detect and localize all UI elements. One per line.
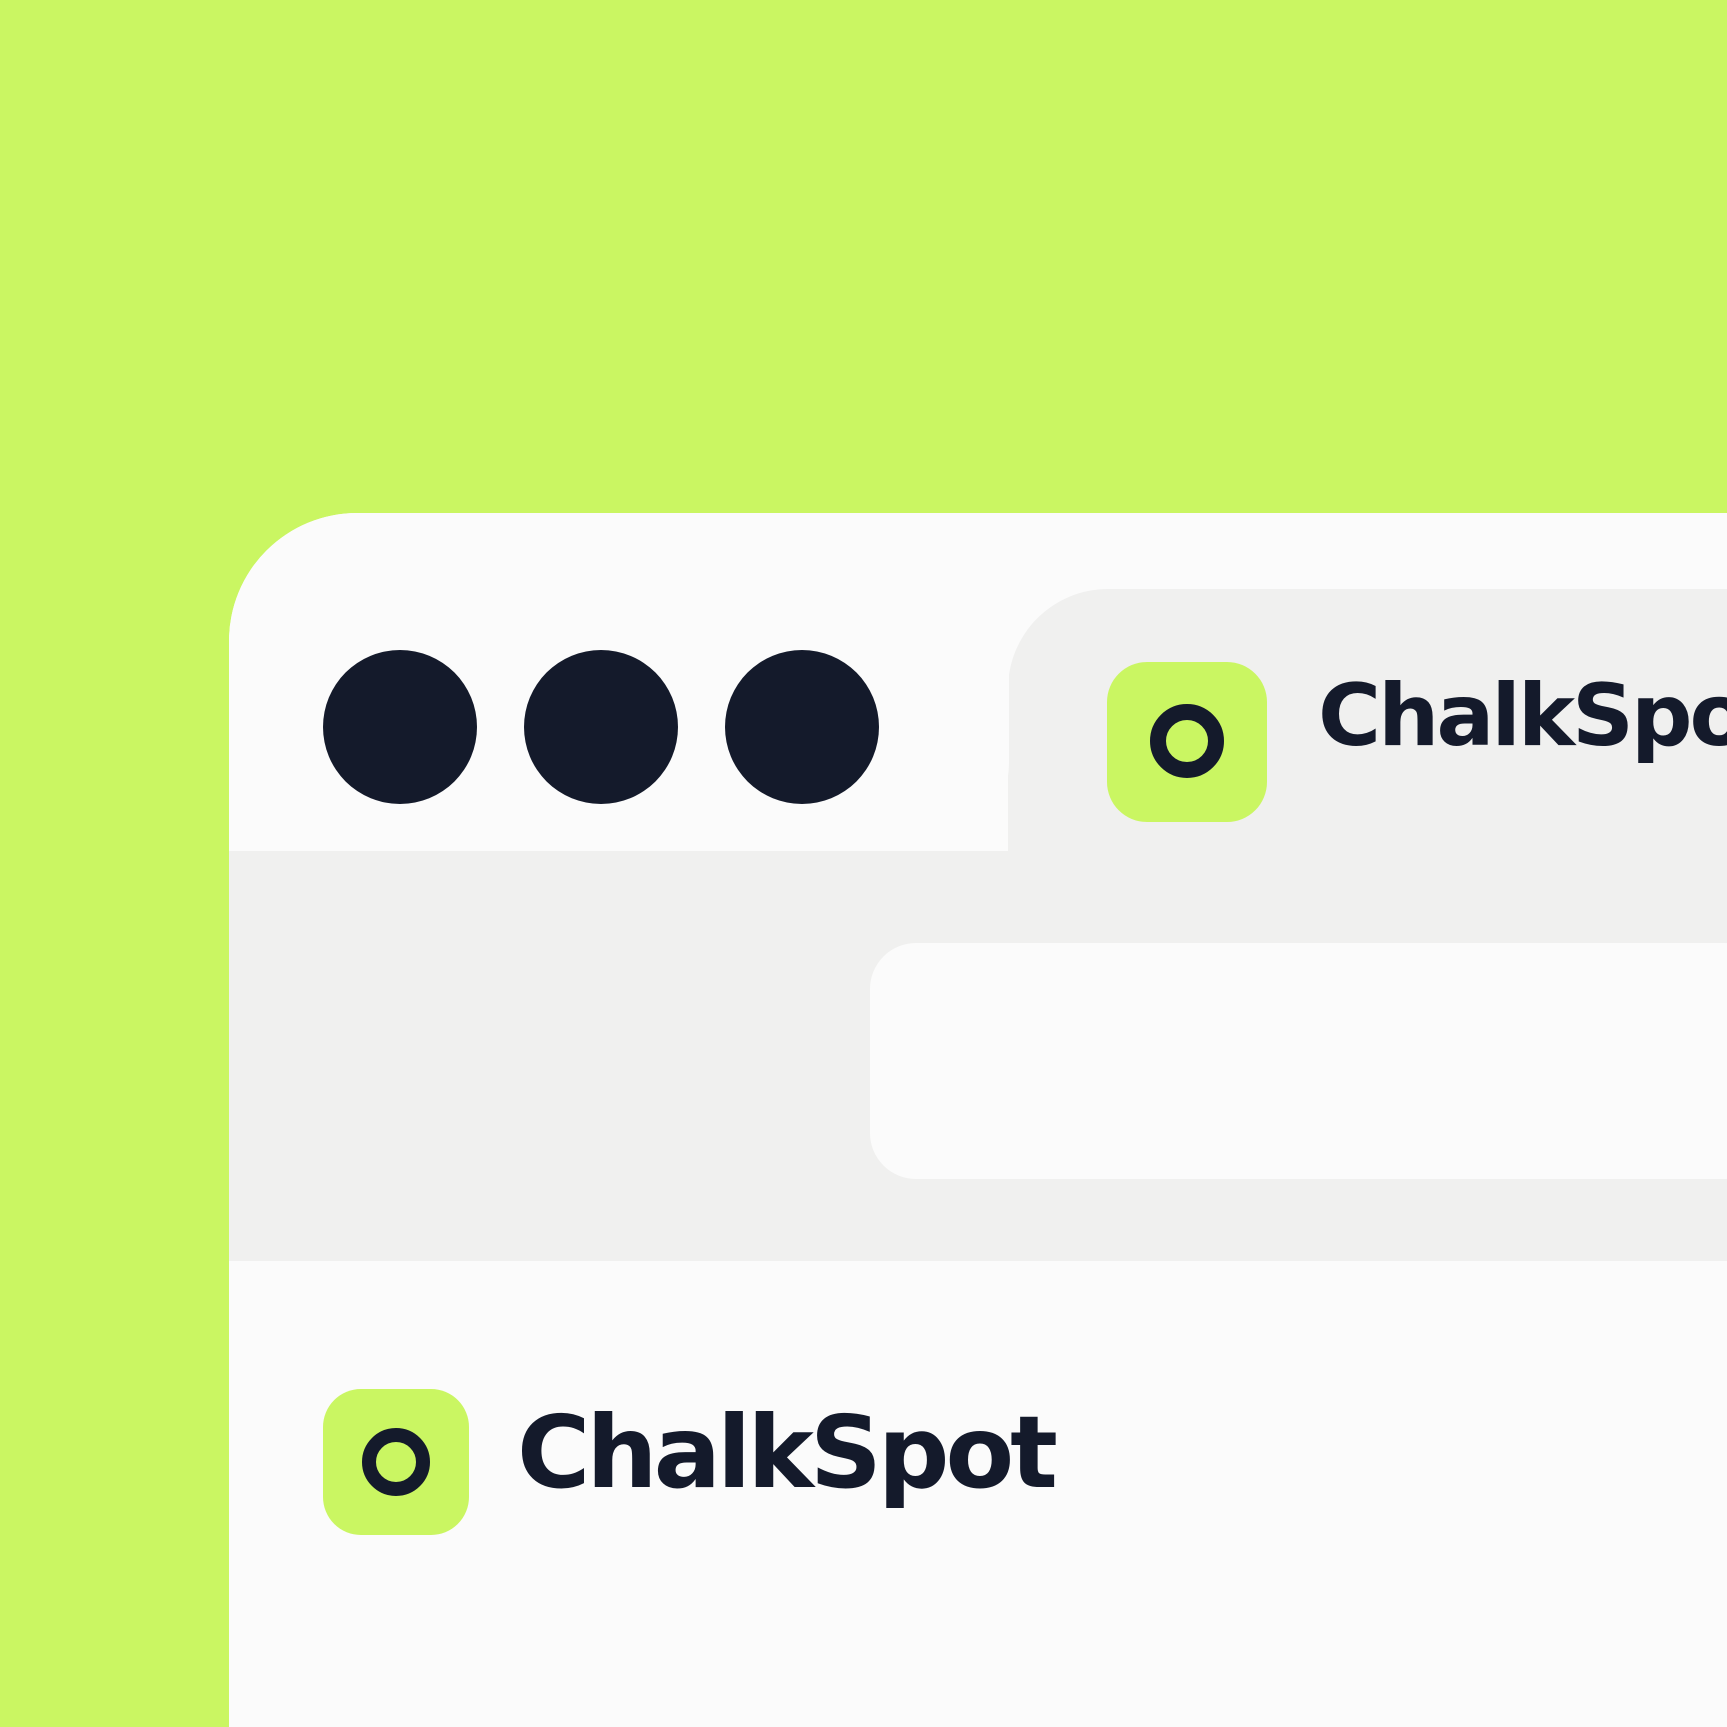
tab-title: ChalkSpot [1318,666,1727,766]
page-content: ChalkSpot [229,1261,1727,1727]
logo-ring [1150,704,1224,778]
chalkspot-logo-icon [1107,662,1267,822]
browser-window: ChalkSpot ChalkSpot [229,513,1727,1727]
window-maximize-dot[interactable] [725,650,879,804]
address-bar-input[interactable] [870,943,1727,1179]
brand-name: ChalkSpot [517,1394,1058,1511]
window-minimize-dot[interactable] [524,650,678,804]
window-close-dot[interactable] [323,650,477,804]
tab-chalkspot[interactable]: ChalkSpot [1008,589,1727,889]
titlebar [229,513,1009,851]
logo-ring [362,1428,430,1496]
chalkspot-logo-icon [323,1389,469,1535]
